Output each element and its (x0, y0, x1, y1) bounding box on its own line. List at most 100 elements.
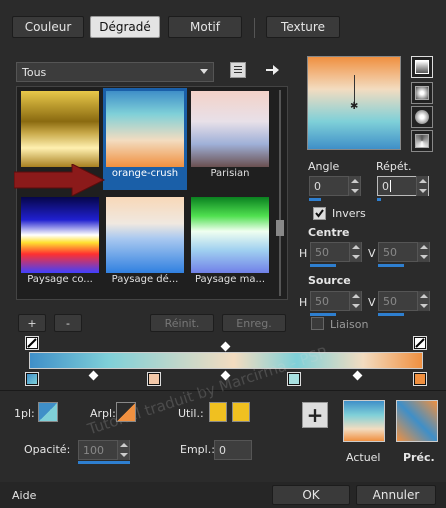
current-preview (343, 400, 385, 442)
opacity-input[interactable]: 100 (78, 440, 130, 460)
color-midpoint-3[interactable] (352, 370, 363, 381)
empl-input[interactable]: 0 (214, 440, 252, 460)
preset-parisian[interactable]: Parisian (188, 88, 272, 190)
center-v-input[interactable]: 50 (378, 242, 430, 262)
opacity-spinner[interactable] (117, 440, 129, 460)
right-arrow-icon[interactable] (264, 62, 280, 78)
rectangular-style-icon (415, 86, 429, 100)
color-midpoint-1[interactable] (88, 370, 99, 381)
sunburst-style-button[interactable] (411, 130, 433, 152)
first-plan-label: 1pl: (14, 407, 35, 420)
preset-label: orange-crush (111, 168, 179, 179)
rectangular-style-button[interactable] (411, 82, 433, 104)
preset-paysage-co[interactable]: Paysage co... (18, 194, 102, 296)
center-h-spinner[interactable] (349, 242, 361, 262)
repeat-slider[interactable] (377, 198, 381, 201)
invert-label: Invers (332, 207, 366, 220)
opacity-stop-left[interactable] (25, 336, 39, 350)
tab-motif[interactable]: Motif (168, 16, 242, 38)
source-v-label: V (368, 296, 376, 309)
preset-orange-crush[interactable]: orange-crush (103, 88, 187, 190)
source-h-label: H (299, 296, 308, 309)
preset-thumbnail (21, 91, 99, 167)
book-icon[interactable] (230, 62, 246, 78)
angle-handle-icon[interactable]: ✱ (350, 101, 358, 112)
color-stop-1[interactable] (147, 372, 161, 386)
preset-paysage-ma[interactable]: Paysage ma... (188, 194, 272, 296)
category-dropdown[interactable]: Tous (16, 62, 214, 82)
arpl-label: Arpl: (90, 407, 116, 420)
center-v-value: 50 (383, 245, 397, 259)
tab-degrade[interactable]: Dégradé (90, 16, 160, 38)
linear-style-button[interactable] (411, 56, 433, 78)
source-h-spinner[interactable] (349, 291, 361, 311)
first-plan-swatch[interactable] (38, 402, 58, 422)
link-label: Liaison (330, 318, 369, 331)
link-checkbox[interactable] (311, 317, 324, 330)
empl-label: Empl.: (180, 443, 215, 456)
preset-thumbnail (191, 91, 269, 167)
tab-separator (254, 18, 255, 38)
opacity-midpoint[interactable] (220, 341, 231, 352)
gradient-bar[interactable] (29, 352, 423, 369)
red-arrow-icon (13, 163, 106, 197)
preset-paysage-de[interactable]: Paysage dé... (103, 194, 187, 296)
repeat-input[interactable]: 0 (377, 176, 429, 196)
angle-input[interactable]: 0 (309, 176, 361, 196)
tab-texture[interactable]: Texture (266, 16, 340, 38)
add-stop-button[interactable]: + (302, 402, 328, 428)
scrollbar-thumb[interactable] (276, 220, 284, 236)
preset-thumbnail (106, 91, 184, 167)
source-h-slider[interactable] (310, 313, 336, 316)
opacity-slider[interactable] (78, 461, 130, 464)
tab-couleur[interactable]: Couleur (12, 16, 84, 38)
color-stop-3[interactable] (413, 372, 427, 386)
preset-label: Paysage ma... (194, 274, 266, 285)
center-h-value: 50 (315, 245, 329, 259)
invert-checkbox[interactable] (313, 207, 326, 220)
center-h-input[interactable]: 50 (310, 242, 362, 262)
save-preset-button[interactable]: Enreg. (222, 314, 286, 332)
color-stop-0[interactable] (25, 372, 39, 386)
source-v-input[interactable]: 50 (378, 291, 430, 311)
reset-button[interactable]: Réinit. (150, 314, 214, 332)
util-swatch-1[interactable] (209, 402, 227, 422)
opacity-stop-right[interactable] (413, 336, 427, 350)
empl-value: 0 (219, 443, 226, 457)
previous-preview[interactable] (396, 400, 438, 442)
center-v-spinner[interactable] (417, 242, 429, 262)
source-v-value: 50 (383, 294, 397, 308)
source-h-input[interactable]: 50 (310, 291, 362, 311)
ok-button[interactable]: OK (272, 485, 350, 505)
util-swatch-2[interactable] (232, 402, 250, 422)
gallery-scrollbar[interactable] (276, 90, 284, 296)
repeat-value: 0 (382, 179, 389, 193)
help-link[interactable]: Aide (12, 489, 36, 502)
source-v-spinner[interactable] (417, 291, 429, 311)
center-v-label: V (368, 247, 376, 260)
gradient-preview[interactable]: ✱ (307, 56, 401, 150)
preset-thumbnail (21, 197, 99, 273)
preset-thumbnail (191, 197, 269, 273)
arpl-swatch[interactable] (116, 402, 136, 422)
preset-label: Parisian (210, 168, 250, 179)
source-h-value: 50 (315, 294, 329, 308)
current-label: Actuel (346, 451, 381, 464)
opacity-label: Opacité: (24, 443, 71, 456)
source-label: Source (308, 274, 351, 287)
util-label: Util.: (178, 407, 204, 420)
category-dropdown-value: Tous (22, 65, 47, 79)
center-label: Centre (308, 226, 350, 239)
radial-style-button[interactable] (411, 106, 433, 128)
cancel-button[interactable]: Annuler (356, 485, 436, 505)
angle-spinner[interactable] (348, 176, 360, 196)
source-v-slider[interactable] (378, 313, 404, 316)
preset-label: Paysage co... (27, 274, 93, 285)
center-v-slider[interactable] (378, 264, 404, 267)
remove-preset-button[interactable]: - (54, 314, 82, 332)
center-h-slider[interactable] (310, 264, 336, 267)
angle-slider[interactable] (309, 198, 321, 201)
repeat-spinner[interactable] (416, 176, 428, 196)
center-h-label: H (299, 247, 308, 260)
add-preset-button[interactable]: + (18, 314, 46, 332)
